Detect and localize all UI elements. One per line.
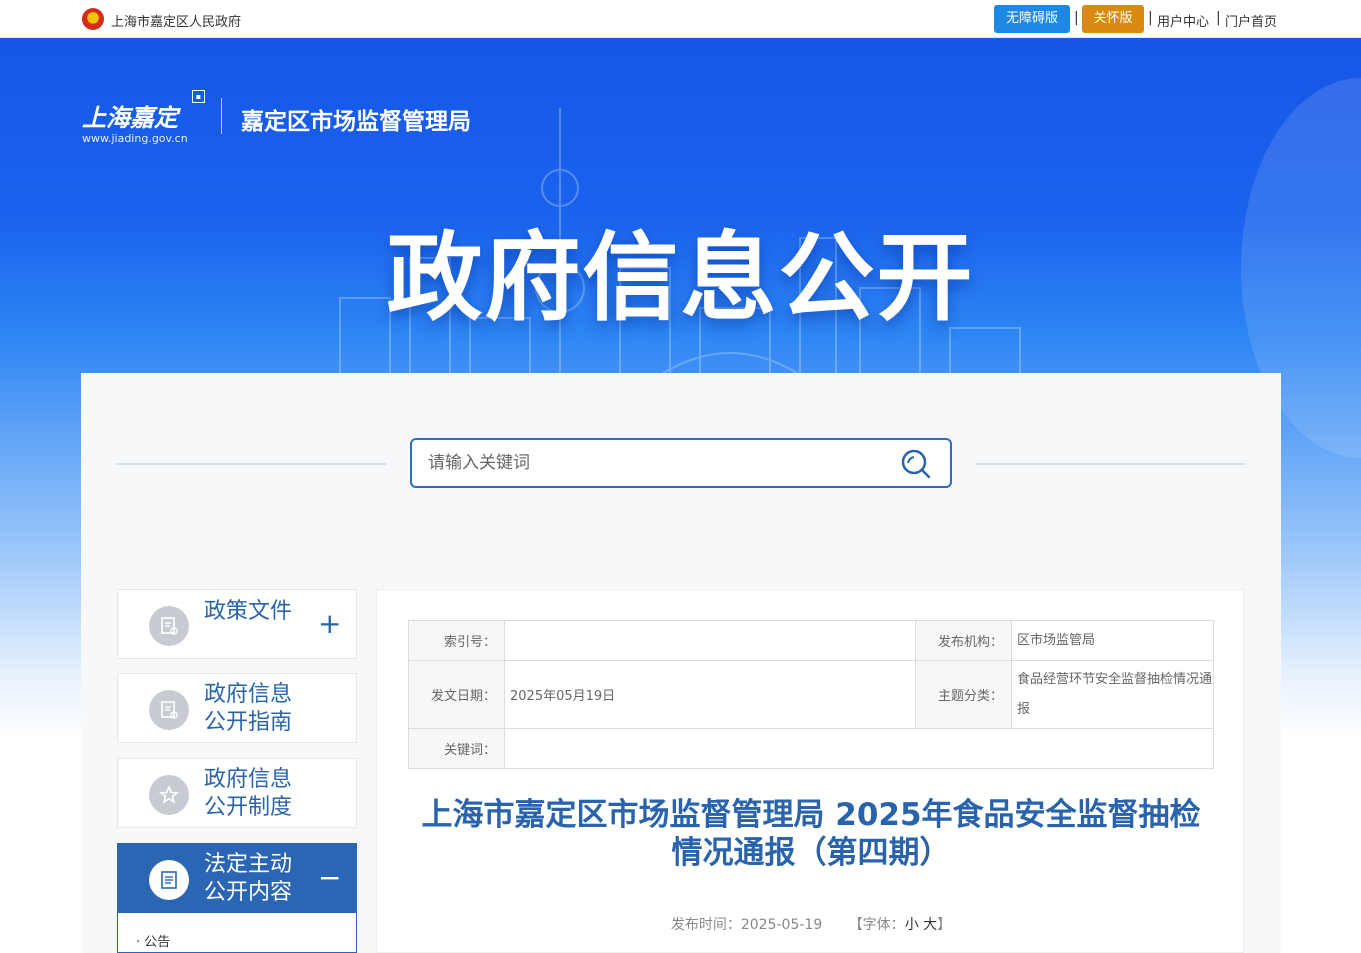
site-logo[interactable]: 上海嘉定 <box>82 98 178 133</box>
table-row: 关键词： <box>408 728 1214 769</box>
separator: | <box>1074 10 1079 26</box>
search-divider-left <box>117 463 386 465</box>
list-document-icon <box>149 860 189 900</box>
care-version-button[interactable]: 关怀版 <box>1082 5 1144 33</box>
font-label-open: 【字体： <box>848 917 905 933</box>
logo-seal-icon: ▪ <box>192 90 205 103</box>
separator: | <box>1148 10 1153 26</box>
keyword-value <box>504 728 1214 769</box>
portal-home-link[interactable]: 门户首页 <box>1225 11 1277 30</box>
date-value: 2025年05月19日 <box>504 660 916 729</box>
hero-title: 政府信息公开 <box>386 222 975 334</box>
nav-disclosure-guide[interactable]: 政府信息 公开指南 <box>117 673 357 743</box>
gov-name-link[interactable]: 上海市嘉定区人民政府 <box>111 11 241 30</box>
user-center-link[interactable]: 用户中心 <box>1157 11 1209 30</box>
logo-url: www.jiading.gov.cn <box>82 132 188 145</box>
nav-label-line2: 公开内容 <box>204 880 293 905</box>
publisher-value: 区市场监管局 <box>1011 620 1214 661</box>
nav-statutory-content[interactable]: 法定主动 公开内容 − <box>117 843 357 913</box>
nav-label-line1: 法定主动 <box>204 852 293 877</box>
nav-sub-list: · 公告 <box>117 913 357 953</box>
date-key: 发文日期： <box>408 660 505 729</box>
top-bar: 上海市嘉定区人民政府 无障碍版 | 关怀版 | 用户中心 | 门户首页 <box>0 0 1361 38</box>
index-key: 索引号： <box>408 620 505 661</box>
nav-label-line2: 公开制度 <box>204 795 293 820</box>
table-row: 发文日期： 2025年05月19日 主题分类： 食品经营环节安全监督抽检情况通报 <box>408 660 1214 729</box>
content-panel: 政策文件 + 政府信息 公开指南 政府信息 公开制度 法定主动 公开内容 − ·… <box>81 373 1281 953</box>
expand-plus-icon[interactable]: + <box>318 610 341 638</box>
search-box <box>410 438 952 488</box>
table-row: 索引号： 发布机构： 区市场监管局 <box>408 620 1214 661</box>
guide-document-icon <box>149 690 189 730</box>
font-large-link[interactable]: 大 <box>923 917 937 933</box>
index-value <box>504 620 916 661</box>
article-title: 上海市嘉定区市场监督管理局 2025年食品安全监督抽检情况通报（第四期） <box>421 797 1201 871</box>
nav-disclosure-system[interactable]: 政府信息 公开制度 <box>117 758 357 828</box>
publish-time: 发布时间：2025-05-19 <box>670 917 823 933</box>
nav-policy-documents[interactable]: 政策文件 + <box>117 589 357 659</box>
font-size-switcher: 【字体：小 大】 <box>849 917 951 933</box>
search-input[interactable] <box>428 450 888 476</box>
document-icon <box>149 606 189 646</box>
separator: | <box>1216 10 1221 26</box>
publisher-key: 发布机构： <box>915 620 1012 661</box>
accessible-version-button[interactable]: 无障碍版 <box>994 5 1070 33</box>
publish-info: 发布时间：2025-05-19 【字体：小 大】 <box>377 914 1245 934</box>
national-emblem-icon <box>82 8 104 30</box>
topic-key: 主题分类： <box>915 660 1012 729</box>
search-divider-right <box>976 463 1245 465</box>
logo-divider <box>221 98 222 134</box>
nav-label: 政策文件 <box>204 599 293 624</box>
keyword-key: 关键词： <box>408 728 505 769</box>
font-label-close: 】 <box>937 917 952 933</box>
nav-label-line2: 公开指南 <box>204 710 293 735</box>
article-card: 索引号： 发布机构： 区市场监管局 发文日期： 2025年05月19日 主题分类… <box>376 589 1244 953</box>
nav-label-line1: 政府信息 <box>204 682 293 707</box>
font-small-link[interactable]: 小 <box>905 917 919 933</box>
sub-item-announcement[interactable]: · 公告 <box>136 931 170 950</box>
collapse-minus-icon[interactable]: − <box>318 864 341 892</box>
nav-label-line1: 政府信息 <box>204 767 293 792</box>
topic-value: 食品经营环节安全监督抽检情况通报 <box>1011 660 1214 729</box>
star-badge-icon <box>149 775 189 815</box>
meta-table: 索引号： 发布机构： 区市场监管局 发文日期： 2025年05月19日 主题分类… <box>408 620 1214 769</box>
bureau-title: 嘉定区市场监督管理局 <box>241 109 471 135</box>
search-icon[interactable] <box>900 448 932 480</box>
